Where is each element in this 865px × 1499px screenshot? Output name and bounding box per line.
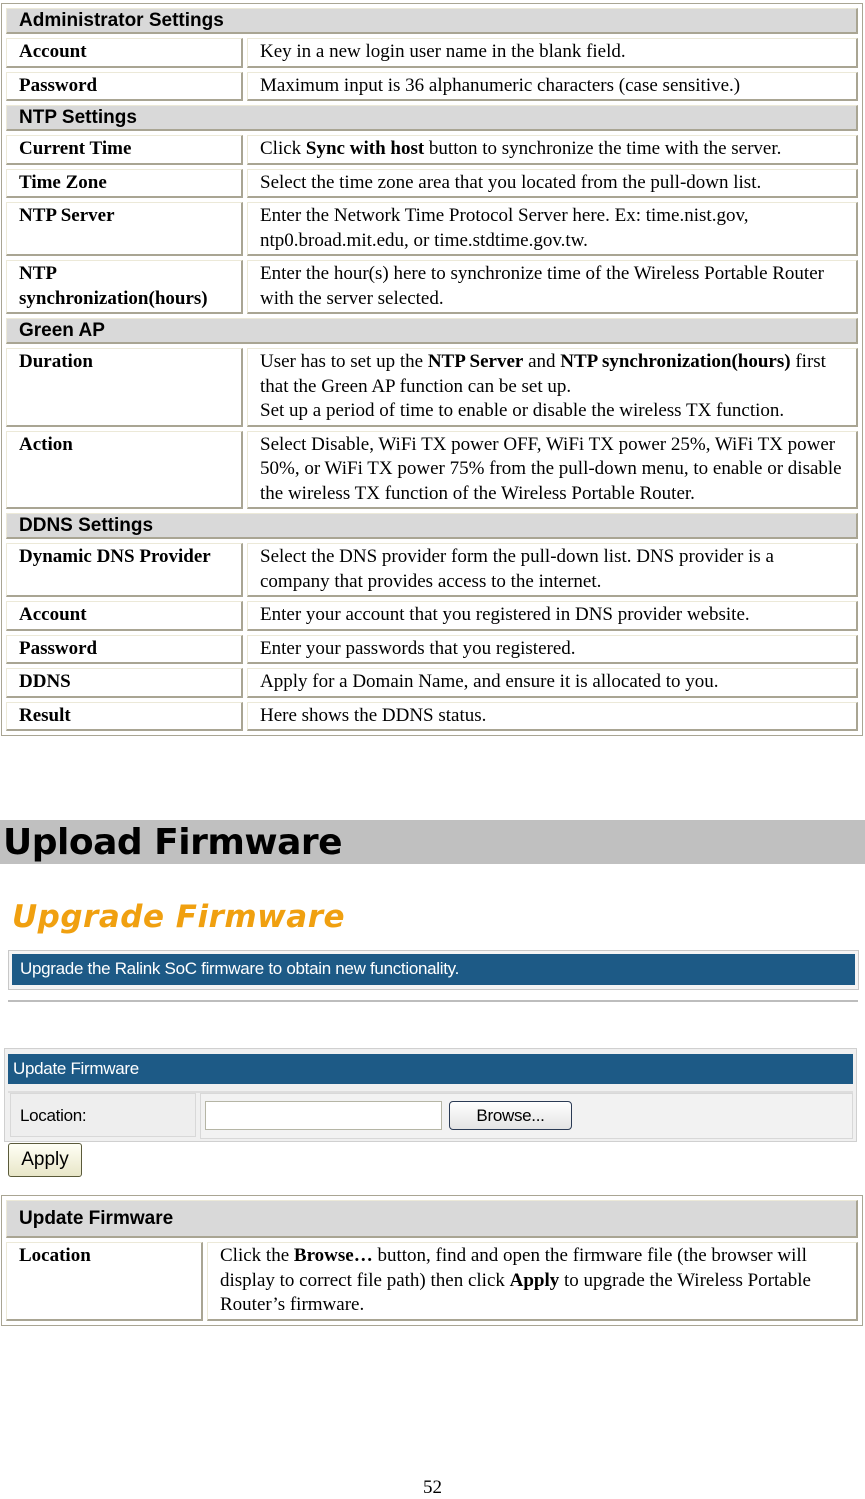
section-header: Administrator Settings bbox=[6, 8, 858, 34]
table-row: Action Select Disable, WiFi TX power OFF… bbox=[6, 430, 858, 509]
row-label: Password bbox=[6, 634, 243, 664]
location-row: Location: Browse... bbox=[8, 1091, 853, 1139]
row-label: Result bbox=[6, 701, 243, 731]
row-label: Account bbox=[6, 38, 243, 68]
firmware-table: Update Firmware Location Click the Brows… bbox=[1, 1195, 863, 1326]
row-label: DDNS bbox=[6, 668, 243, 698]
row-label: Time Zone bbox=[6, 168, 243, 198]
section-header: Green AP bbox=[6, 318, 858, 344]
table-row: Account Key in a new login user name in … bbox=[6, 38, 858, 68]
location-input[interactable] bbox=[205, 1101, 442, 1130]
row-description: Here shows the DDNS status. bbox=[247, 701, 858, 731]
row-label: Duration bbox=[6, 348, 243, 427]
table-row: NTP Server Enter the Network Time Protoc… bbox=[6, 202, 858, 256]
table-row: Current Time Click Sync with host button… bbox=[6, 135, 858, 165]
row-description: Click Sync with host button to synchroni… bbox=[247, 135, 858, 165]
row-label: NTP synchronization(hours) bbox=[6, 260, 243, 314]
row-description: Enter your account that you registered i… bbox=[247, 601, 858, 631]
firmware-screenshot: Upgrade Firmware Upgrade the Ralink SoC … bbox=[0, 893, 865, 1183]
apply-button[interactable]: Apply bbox=[8, 1143, 82, 1177]
location-label: Location: bbox=[10, 1093, 196, 1137]
table-row: Result Here shows the DDNS status. bbox=[6, 701, 858, 731]
row-description: Select Disable, WiFi TX power OFF, WiFi … bbox=[247, 430, 858, 509]
row-label: Password bbox=[6, 71, 243, 101]
table-row: Location Click the Browse… button, find … bbox=[6, 1242, 858, 1321]
table-row: Time Zone Select the time zone area that… bbox=[6, 168, 858, 198]
table-row: Password Maximum input is 36 alphanumeri… bbox=[6, 71, 858, 101]
location-field-cell: Browse... bbox=[200, 1093, 853, 1139]
section-heading-bar: Upload Firmware bbox=[0, 820, 865, 864]
panel-title: Update Firmware bbox=[8, 1054, 853, 1084]
table-row: Password Enter your passwords that you r… bbox=[6, 634, 858, 664]
row-label: Action bbox=[6, 430, 243, 509]
row-description: Enter the Network Time Protocol Server h… bbox=[247, 202, 858, 256]
row-description: Select the time zone area that you locat… bbox=[247, 168, 858, 198]
section-header: Update Firmware bbox=[6, 1200, 858, 1238]
row-label: Current Time bbox=[6, 135, 243, 165]
row-description: Click the Browse… button, find and open … bbox=[207, 1242, 858, 1321]
table-row: DDNS Apply for a Domain Name, and ensure… bbox=[6, 668, 858, 698]
update-firmware-panel: Update Firmware Location: Browse... bbox=[4, 1048, 857, 1142]
row-description: Key in a new login user name in the blan… bbox=[247, 38, 858, 68]
row-description: Enter the hour(s) here to synchronize ti… bbox=[247, 260, 858, 314]
upgrade-firmware-title: Upgrade Firmware bbox=[12, 899, 346, 935]
section-header: DDNS Settings bbox=[6, 513, 858, 539]
row-label: Location bbox=[6, 1242, 203, 1321]
row-description: Apply for a Domain Name, and ensure it i… bbox=[247, 668, 858, 698]
table-row: Duration User has to set up the NTP Serv… bbox=[6, 348, 858, 427]
section-heading: Upload Firmware bbox=[3, 822, 343, 863]
row-description: Maximum input is 36 alphanumeric charact… bbox=[247, 71, 858, 101]
description-text: Upgrade the Ralink SoC firmware to obtai… bbox=[12, 954, 855, 985]
settings-table: Administrator Settings Account Key in a … bbox=[1, 3, 863, 736]
browse-button[interactable]: Browse... bbox=[449, 1101, 572, 1130]
row-description: User has to set up the NTP Server and NT… bbox=[247, 348, 858, 427]
table-row: Account Enter your account that you regi… bbox=[6, 601, 858, 631]
section-header: NTP Settings bbox=[6, 105, 858, 131]
table-row: NTP synchronization(hours) Enter the hou… bbox=[6, 260, 858, 314]
row-label: Dynamic DNS Provider bbox=[6, 543, 243, 597]
divider bbox=[8, 1000, 858, 1002]
row-label: NTP Server bbox=[6, 202, 243, 256]
row-label: Account bbox=[6, 601, 243, 631]
table-row: Dynamic DNS Provider Select the DNS prov… bbox=[6, 543, 858, 597]
row-description: Enter your passwords that you registered… bbox=[247, 634, 858, 664]
row-description: Select the DNS provider form the pull-do… bbox=[247, 543, 858, 597]
description-box: Upgrade the Ralink SoC firmware to obtai… bbox=[8, 950, 859, 990]
